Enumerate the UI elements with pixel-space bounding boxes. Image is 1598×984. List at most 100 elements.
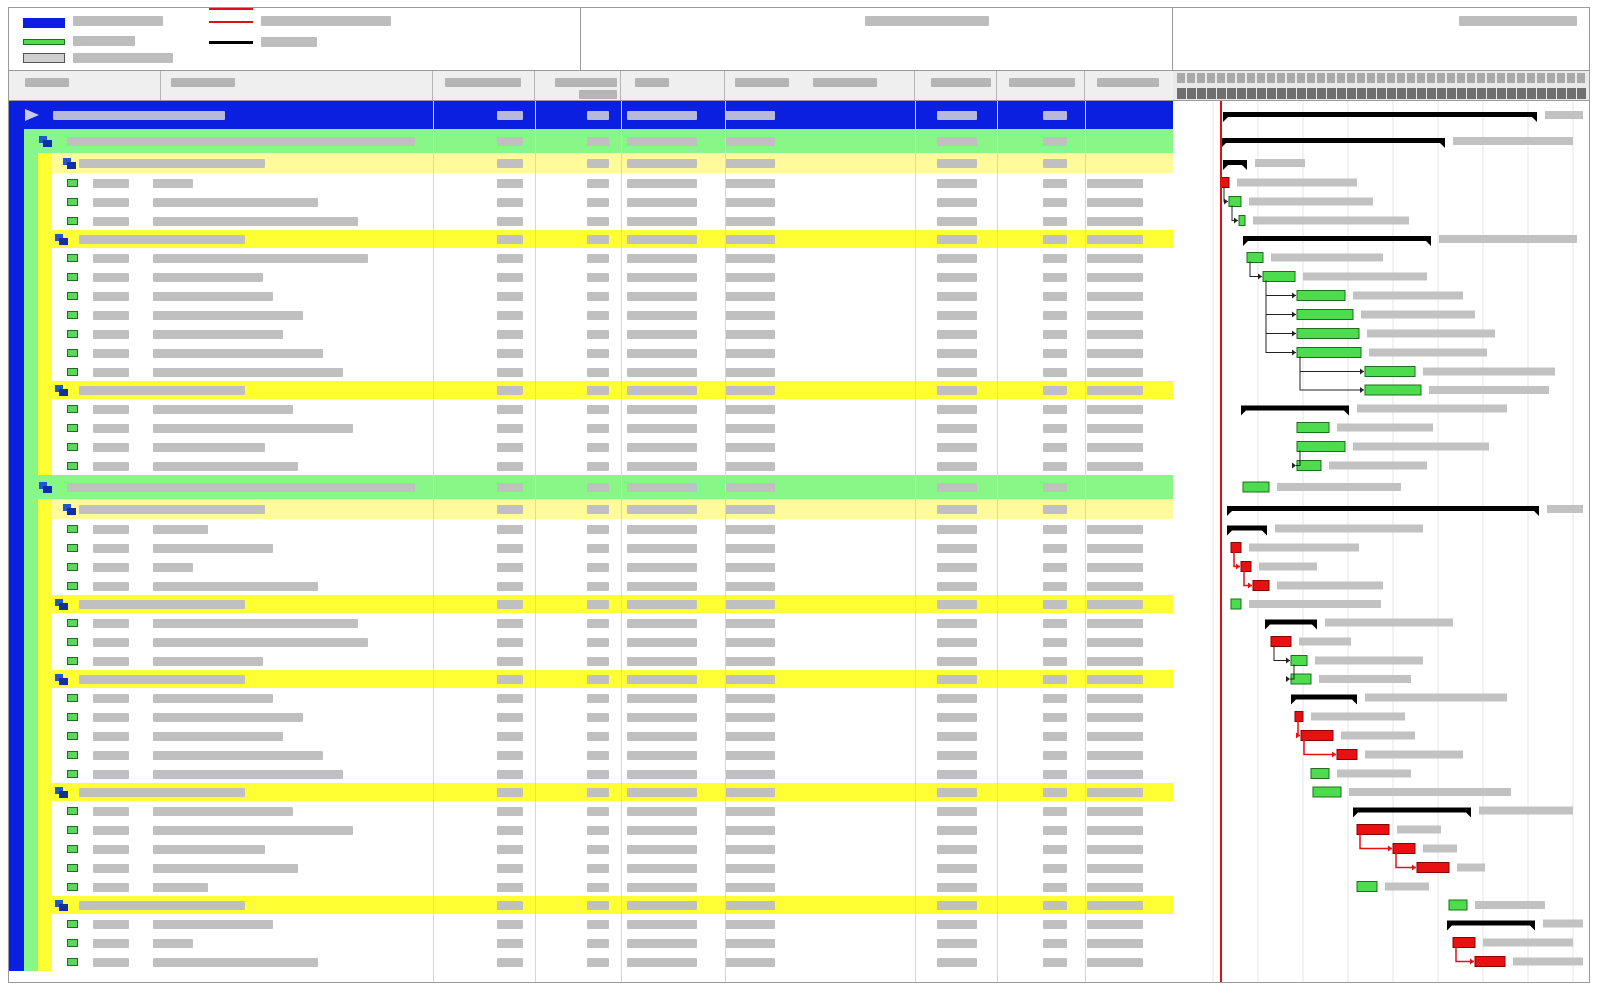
- summary-bar[interactable]: [1447, 920, 1535, 926]
- critical-task-bar[interactable]: [1252, 580, 1270, 591]
- phase-row[interactable]: [9, 129, 1173, 153]
- group-row[interactable]: [9, 230, 1173, 248]
- critical-task-bar[interactable]: [1300, 730, 1334, 741]
- task-icon[interactable]: [67, 544, 78, 552]
- task-bar[interactable]: [1296, 309, 1354, 320]
- col-header-duration[interactable]: [433, 71, 535, 100]
- summary-bar[interactable]: [1265, 619, 1317, 625]
- bar-label-placeholder[interactable]: [1329, 461, 1427, 470]
- summary-bar[interactable]: [1221, 138, 1445, 143]
- group-row[interactable]: [9, 670, 1173, 688]
- bar-label-placeholder[interactable]: [1397, 825, 1441, 834]
- critical-task-bar[interactable]: [1240, 561, 1252, 572]
- bar-label-placeholder[interactable]: [1365, 750, 1463, 759]
- table-row[interactable]: [9, 173, 1173, 192]
- table-row[interactable]: [9, 362, 1173, 381]
- task-icon[interactable]: [67, 462, 78, 470]
- bar-label-placeholder[interactable]: [1423, 367, 1555, 376]
- bar-label-placeholder[interactable]: [1315, 656, 1423, 665]
- critical-task-bar[interactable]: [1392, 843, 1416, 854]
- task-icon[interactable]: [67, 179, 78, 187]
- bar-label-placeholder[interactable]: [1341, 731, 1415, 740]
- bar-label-placeholder[interactable]: [1311, 712, 1405, 721]
- task-icon[interactable]: [67, 845, 78, 853]
- summary-task-icon[interactable]: [39, 136, 52, 147]
- task-icon[interactable]: [67, 349, 78, 357]
- critical-task-bar[interactable]: [1230, 542, 1242, 553]
- summary-task-icon[interactable]: [39, 482, 52, 493]
- task-icon[interactable]: [67, 826, 78, 834]
- bar-label-placeholder[interactable]: [1303, 272, 1427, 281]
- bar-label-placeholder[interactable]: [1369, 348, 1487, 357]
- task-icon[interactable]: [67, 563, 78, 571]
- col-header-task-name[interactable]: [161, 71, 433, 100]
- task-icon[interactable]: [67, 751, 78, 759]
- bar-label-placeholder[interactable]: [1361, 310, 1475, 319]
- table-row[interactable]: [9, 267, 1173, 286]
- table-row[interactable]: [9, 437, 1173, 456]
- task-bar[interactable]: [1262, 271, 1296, 282]
- critical-task-bar[interactable]: [1452, 937, 1476, 948]
- task-icon[interactable]: [67, 657, 78, 665]
- bar-label-placeholder[interactable]: [1325, 618, 1453, 627]
- bar-label-placeholder[interactable]: [1275, 524, 1423, 533]
- task-icon[interactable]: [67, 330, 78, 338]
- bar-label-placeholder[interactable]: [1277, 581, 1383, 590]
- bar-label-placeholder[interactable]: [1353, 442, 1489, 451]
- table-row[interactable]: [9, 286, 1173, 305]
- task-bar[interactable]: [1296, 328, 1360, 339]
- col-header-work[interactable]: [535, 71, 621, 100]
- summary-task-icon[interactable]: [63, 158, 76, 169]
- critical-task-bar[interactable]: [1294, 711, 1304, 722]
- summary-task-icon[interactable]: [55, 674, 68, 685]
- table-row[interactable]: [9, 914, 1173, 933]
- task-bar[interactable]: [1230, 598, 1242, 610]
- task-bar[interactable]: [1356, 881, 1378, 892]
- task-icon[interactable]: [67, 770, 78, 778]
- bar-label-placeholder[interactable]: [1259, 562, 1317, 571]
- task-bar[interactable]: [1364, 384, 1422, 396]
- subgroup-row[interactable]: [9, 153, 1173, 173]
- bar-label-placeholder[interactable]: [1337, 423, 1433, 432]
- task-icon[interactable]: [67, 958, 78, 966]
- col-header-percent-complete[interactable]: [997, 71, 1085, 100]
- table-row[interactable]: [9, 726, 1173, 745]
- bar-label-placeholder[interactable]: [1479, 806, 1573, 815]
- table-row[interactable]: [9, 576, 1173, 595]
- task-bar[interactable]: [1296, 347, 1362, 358]
- summary-task-icon[interactable]: [55, 234, 68, 245]
- table-row[interactable]: [9, 248, 1173, 267]
- table-row[interactable]: [9, 632, 1173, 651]
- bar-label-placeholder[interactable]: [1483, 938, 1573, 947]
- summary-task-icon[interactable]: [55, 599, 68, 610]
- col-header-id[interactable]: [9, 71, 161, 100]
- critical-task-bar[interactable]: [1336, 749, 1358, 760]
- summary-bar[interactable]: [1227, 525, 1267, 531]
- task-icon[interactable]: [67, 939, 78, 947]
- table-row[interactable]: [9, 557, 1173, 576]
- table-row[interactable]: [9, 211, 1173, 230]
- table-row[interactable]: [9, 839, 1173, 858]
- bar-label-placeholder[interactable]: [1253, 216, 1409, 225]
- bar-label-placeholder[interactable]: [1513, 957, 1583, 966]
- bar-label-placeholder[interactable]: [1255, 159, 1305, 167]
- critical-task-bar[interactable]: [1416, 862, 1450, 873]
- table-row[interactable]: [9, 707, 1173, 726]
- bar-label-placeholder[interactable]: [1423, 844, 1457, 853]
- bar-label-placeholder[interactable]: [1457, 863, 1485, 872]
- group-row[interactable]: [9, 783, 1173, 801]
- task-icon[interactable]: [67, 424, 78, 432]
- summary-bar[interactable]: [1223, 112, 1537, 117]
- task-icon[interactable]: [67, 443, 78, 451]
- bar-label-placeholder[interactable]: [1475, 901, 1545, 909]
- summary-bar[interactable]: [1227, 506, 1539, 511]
- task-bar[interactable]: [1296, 441, 1346, 452]
- table-row[interactable]: [9, 651, 1173, 670]
- col-header-predecessors[interactable]: [915, 71, 997, 100]
- summary-task-icon[interactable]: [55, 385, 68, 396]
- task-icon[interactable]: [67, 292, 78, 300]
- task-icon[interactable]: [67, 864, 78, 872]
- critical-task-bar[interactable]: [1220, 177, 1230, 188]
- task-icon[interactable]: [67, 713, 78, 721]
- phase-row[interactable]: [9, 475, 1173, 499]
